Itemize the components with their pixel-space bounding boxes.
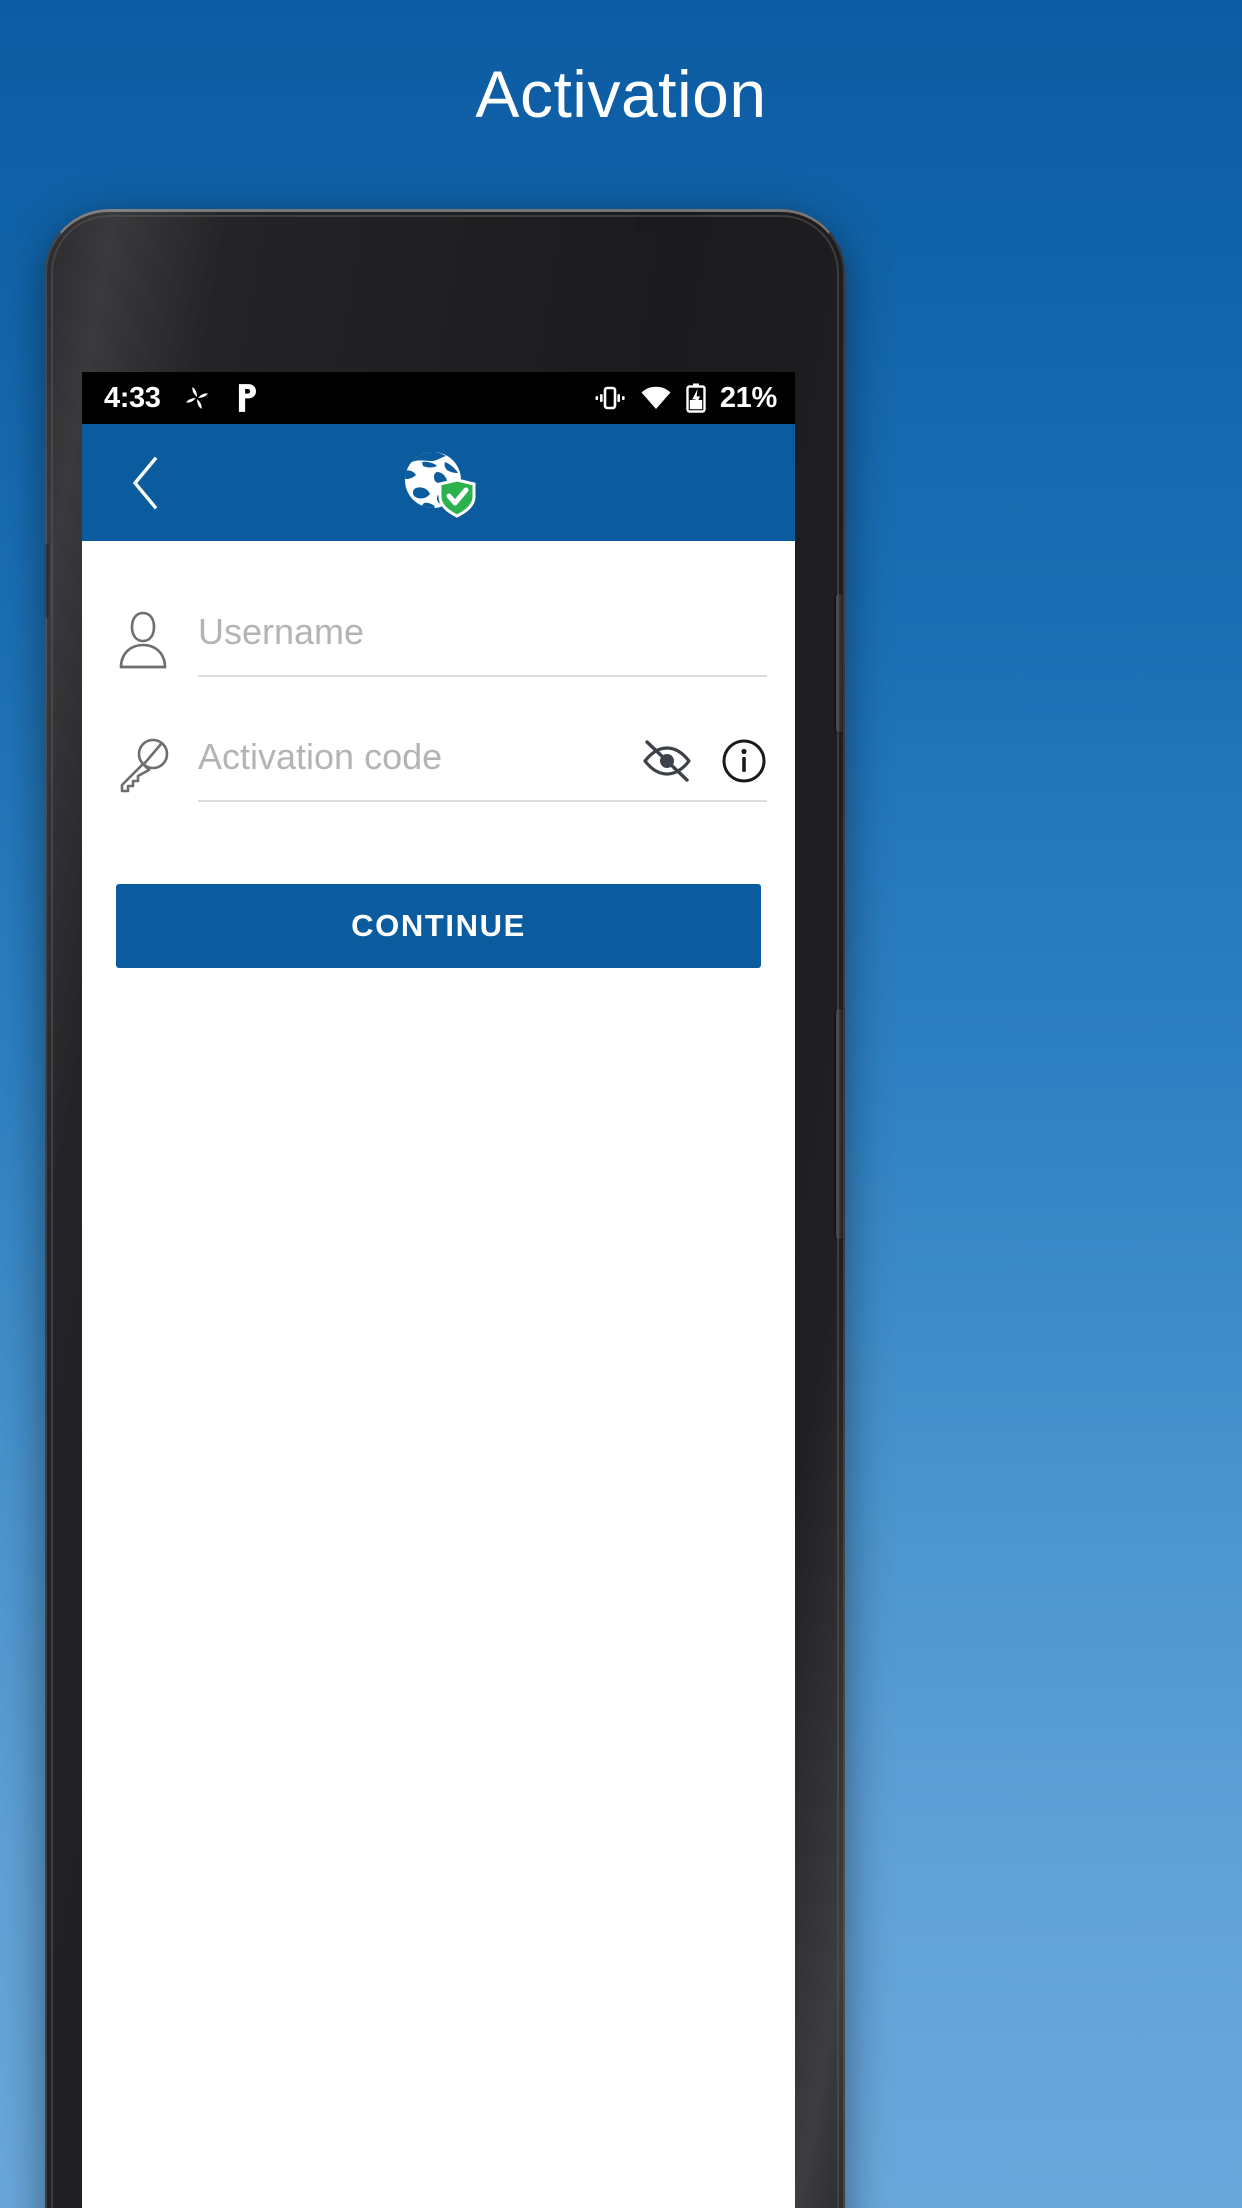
username-input-wrap <box>198 585 767 695</box>
phone-device-mockup: 4:33 21% Username Activation code CONTIN… <box>45 209 845 2208</box>
wifi-icon <box>640 385 672 411</box>
phone-antenna-band <box>635 209 697 231</box>
app-header-bar <box>82 424 795 541</box>
key-icon <box>82 736 198 794</box>
username-underline <box>198 675 767 677</box>
battery-percent-label: 21% <box>719 381 777 414</box>
pinwheel-icon <box>182 383 212 413</box>
activation-code-input-wrap <box>198 710 767 820</box>
vibrate-icon <box>594 384 626 412</box>
activation-form: CONTINUE <box>82 541 795 2208</box>
username-field-row <box>82 585 795 695</box>
android-status-bar: 4:33 21% <box>82 372 795 424</box>
phone-screen: 4:33 21% Username Activation code CONTIN… <box>82 372 795 2208</box>
eye-off-icon[interactable] <box>641 740 693 782</box>
left-side-button[interactable] <box>45 544 52 618</box>
person-icon <box>82 609 198 671</box>
activation-code-trailing-icons <box>641 738 767 784</box>
continue-button[interactable]: CONTINUE <box>116 884 761 968</box>
power-button[interactable] <box>836 594 845 732</box>
status-bar-clock: 4:33 <box>104 381 161 414</box>
activation-code-field-row <box>82 710 795 820</box>
info-circle-icon[interactable] <box>721 738 767 784</box>
username-input[interactable] <box>198 611 767 669</box>
status-bar-right-group: 21% <box>594 383 777 413</box>
volume-rocker-button[interactable] <box>836 1009 845 1239</box>
pandora-p-icon <box>234 383 260 413</box>
activation-code-underline <box>198 800 767 802</box>
page-title: Activation <box>475 57 767 131</box>
battery-charging-icon <box>686 383 706 413</box>
globe-shield-logo <box>82 424 795 541</box>
screenshot-stage: Activation 4:33 21% Username Activation … <box>0 0 1242 2208</box>
status-bar-left-group: 4:33 <box>104 383 260 413</box>
